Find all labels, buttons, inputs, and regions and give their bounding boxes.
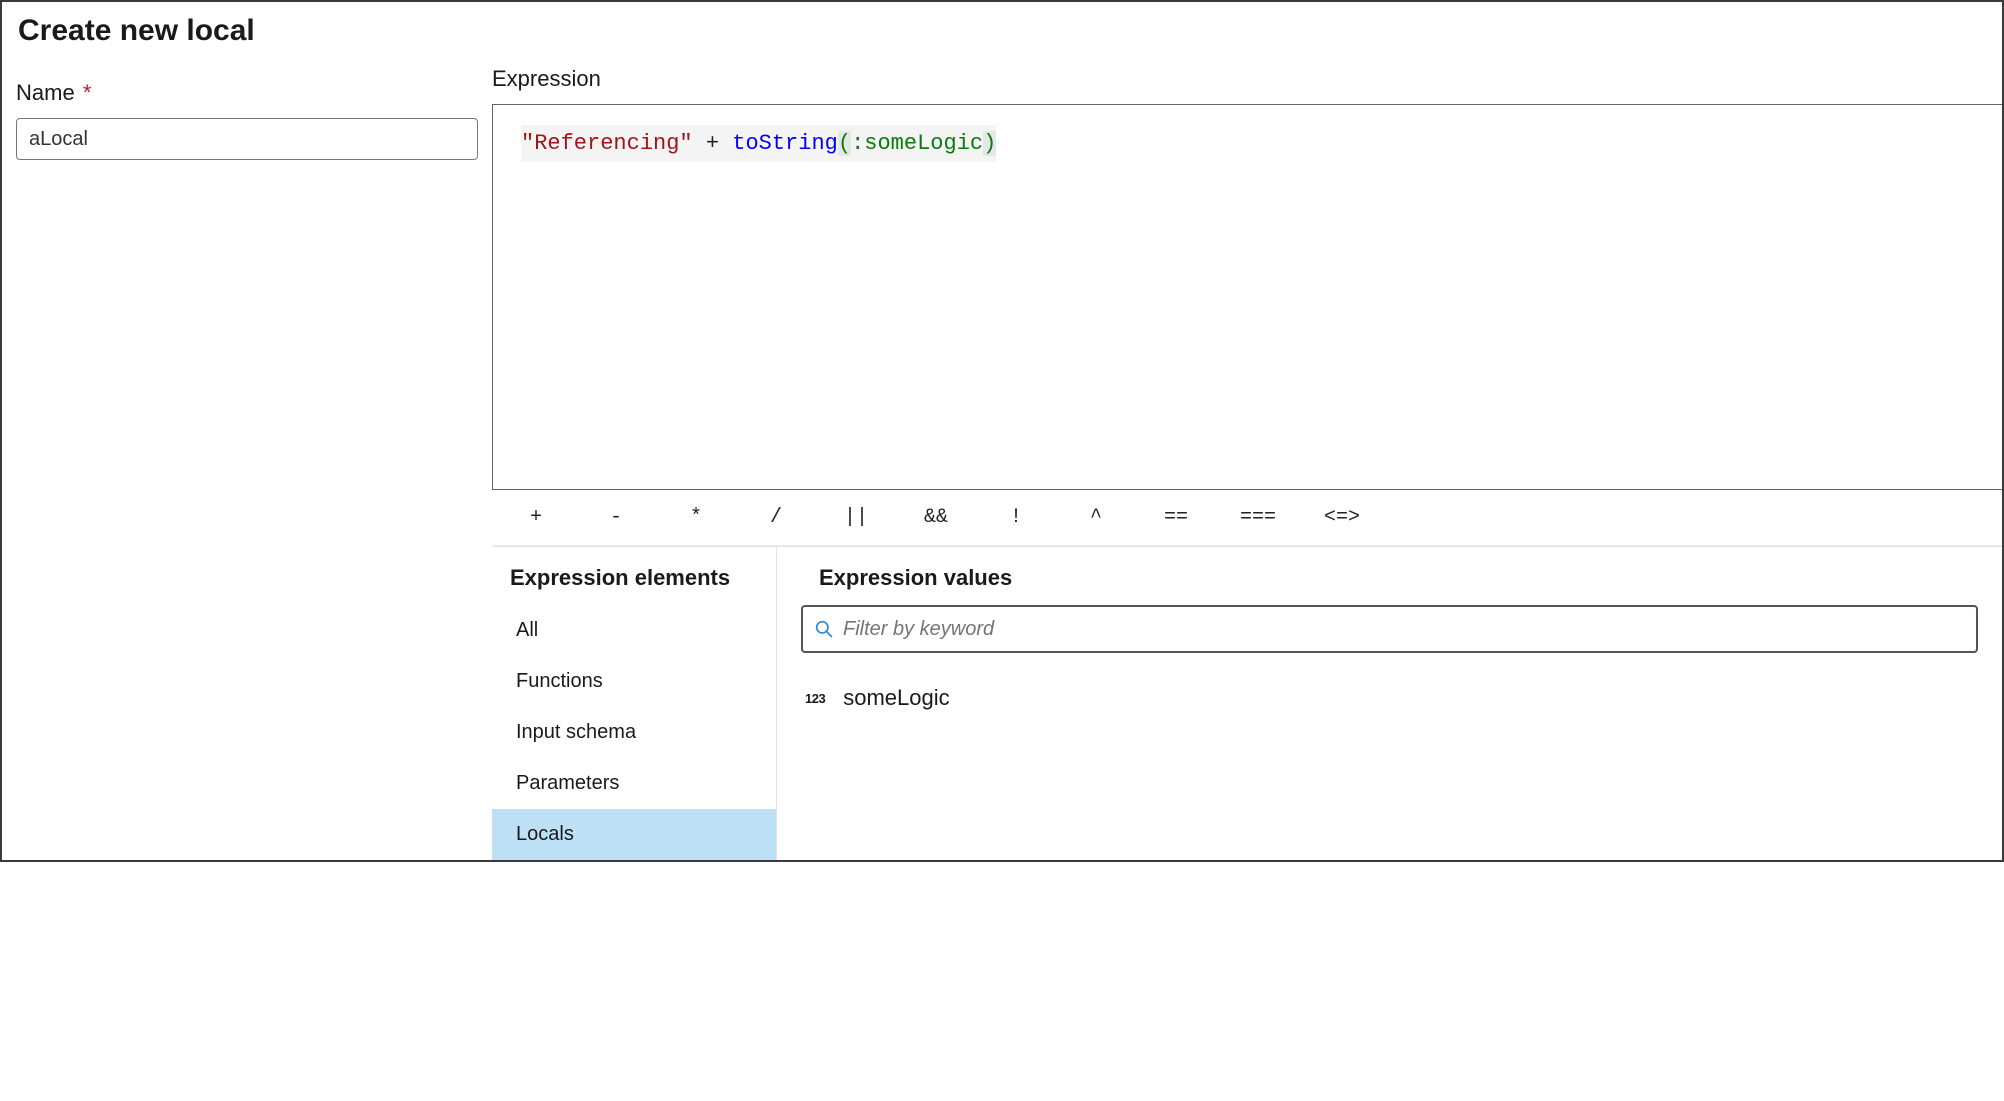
operator-button[interactable]: && bbox=[920, 502, 952, 534]
operator-button[interactable]: <=> bbox=[1324, 502, 1360, 534]
values-search[interactable] bbox=[801, 605, 1978, 653]
elements-list: AllFunctionsInput schemaParametersLocals bbox=[492, 605, 776, 860]
operator-button[interactable]: * bbox=[680, 502, 712, 534]
token-plus: + bbox=[693, 131, 733, 156]
value-item[interactable]: 123 someLogic bbox=[801, 677, 1978, 719]
expression-content: "Referencing" + toString(:someLogic) bbox=[521, 125, 996, 162]
elements-item[interactable]: Parameters bbox=[492, 758, 776, 809]
operator-button[interactable]: - bbox=[600, 502, 632, 534]
operator-button[interactable]: / bbox=[760, 502, 792, 534]
operators-bar: +-*/||&&!^=====<=> bbox=[492, 490, 2002, 546]
expression-values-panel: Expression values 123 someLogic bbox=[777, 547, 2002, 860]
name-label: Name * bbox=[16, 80, 478, 106]
values-list: 123 someLogic bbox=[801, 677, 1978, 719]
operator-button[interactable]: == bbox=[1160, 502, 1192, 534]
name-input[interactable] bbox=[16, 118, 478, 160]
elements-item[interactable]: Locals bbox=[492, 809, 776, 860]
page-title: Create new local bbox=[18, 14, 478, 48]
right-panel: Expression "Referencing" + toString(:som… bbox=[492, 2, 2002, 860]
operator-button[interactable]: ! bbox=[1000, 502, 1032, 534]
dialog-window: Create new local Name * Expression "Refe… bbox=[0, 0, 2004, 862]
token-lparen: ( bbox=[838, 131, 851, 156]
left-panel: Create new local Name * bbox=[2, 2, 492, 860]
expression-elements-panel: Expression elements AllFunctionsInput sc… bbox=[492, 547, 777, 860]
operator-button[interactable]: === bbox=[1240, 502, 1276, 534]
token-function: toString bbox=[732, 131, 838, 156]
token-string: "Referencing" bbox=[521, 131, 693, 156]
operator-button[interactable]: || bbox=[840, 502, 872, 534]
elements-item[interactable]: Functions bbox=[492, 656, 776, 707]
elements-item[interactable]: Input schema bbox=[492, 707, 776, 758]
elements-title: Expression elements bbox=[492, 565, 776, 605]
token-rparen: ) bbox=[983, 131, 996, 156]
values-search-input[interactable] bbox=[843, 618, 1964, 641]
helper-section: Expression elements AllFunctionsInput sc… bbox=[492, 546, 2002, 860]
values-title: Expression values bbox=[801, 565, 1978, 605]
elements-item[interactable]: All bbox=[492, 605, 776, 656]
operator-button[interactable]: + bbox=[520, 502, 552, 534]
search-icon bbox=[815, 620, 833, 638]
expression-label: Expression bbox=[492, 66, 2002, 92]
value-item-label: someLogic bbox=[843, 685, 949, 711]
required-asterisk: * bbox=[83, 80, 92, 105]
operator-button[interactable]: ^ bbox=[1080, 502, 1112, 534]
name-label-text: Name bbox=[16, 80, 75, 105]
token-param: :someLogic bbox=[851, 131, 983, 156]
expression-editor[interactable]: "Referencing" + toString(:someLogic) bbox=[492, 104, 2002, 490]
type-badge-icon: 123 bbox=[805, 691, 825, 706]
